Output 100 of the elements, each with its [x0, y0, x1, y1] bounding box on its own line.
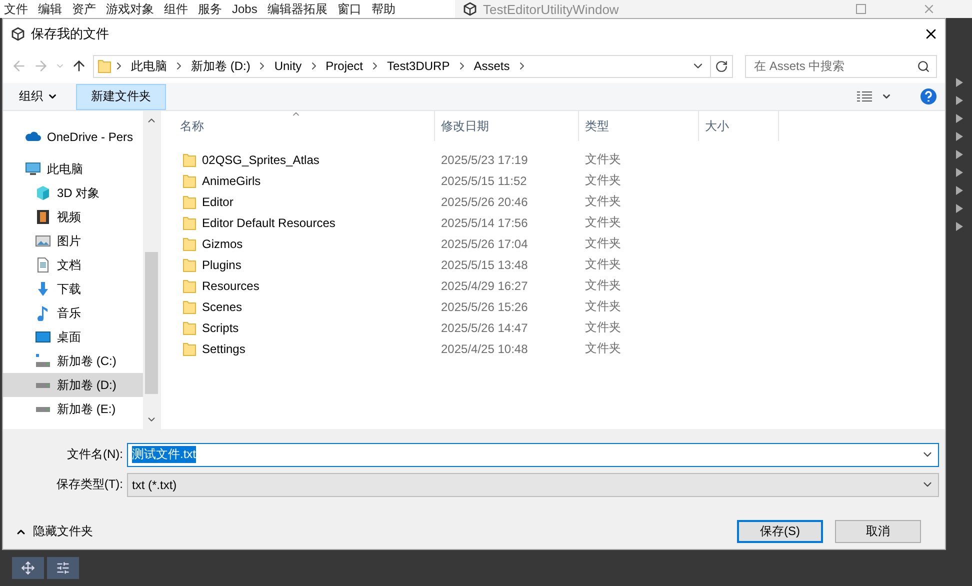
organize-menu-button[interactable]: 组织 [15, 88, 62, 105]
breadcrumb[interactable]: Project [322, 59, 368, 73]
field-label: 保存类型(T): [55, 476, 124, 493]
nav-item[interactable]: 桌面 [3, 325, 143, 349]
menu-item[interactable]: 帮助 [367, 0, 402, 18]
file-row[interactable]: Settings 2025/4/25 10:48 文件夹 [161, 338, 945, 359]
breadcrumb[interactable]: 此电脑 [127, 58, 171, 74]
modified-date: 2025/4/29 16:27 [441, 278, 529, 292]
desktop-icon [35, 329, 51, 345]
address-bar[interactable]: 此电脑 新加卷 (D:) Unity Project Test3DURP Assets [93, 54, 733, 78]
close-icon[interactable] [922, 2, 936, 16]
file-name: 02QSG_Sprites_Atlas [202, 152, 320, 166]
up-button[interactable] [71, 58, 87, 74]
menu-item[interactable]: 游戏对象 [102, 0, 160, 18]
menu-item[interactable]: 编辑 [34, 0, 68, 18]
nav-label: 视频 [57, 208, 81, 226]
view-options-button[interactable] [857, 90, 892, 102]
menu-item[interactable]: 组件 [160, 0, 194, 18]
new-folder-button[interactable]: 新建文件夹 [76, 84, 166, 110]
folder-icon [183, 174, 196, 188]
nav-label: 此电脑 [47, 160, 83, 178]
file-type: 文件夹 [585, 256, 622, 273]
breadcrumb[interactable]: Test3DURP [383, 59, 454, 73]
file-row[interactable]: 02QSG_Sprites_Atlas 2025/5/23 17:19 文件夹 [161, 149, 945, 170]
file-row[interactable]: AnimeGirls 2025/5/15 11:52 文件夹 [161, 170, 945, 191]
drive-icon [35, 406, 51, 412]
film-icon [35, 209, 51, 225]
file-row[interactable]: Resources 2025/4/29 16:27 文件夹 [161, 275, 945, 296]
dialog-button[interactable]: 取消 [835, 520, 921, 543]
column-header[interactable]: 类型 [579, 111, 699, 141]
file-row[interactable]: Gizmos 2025/5/26 17:04 文件夹 [161, 233, 945, 254]
file-name: Scenes [202, 300, 244, 314]
filename-field[interactable]: 测试文件.txt [127, 442, 939, 466]
file-type: 文件夹 [585, 298, 622, 315]
column-header[interactable]: 名称 [174, 111, 435, 141]
menu-item[interactable]: 服务 [194, 0, 228, 18]
modified-date: 2025/5/26 14:47 [441, 320, 529, 334]
file-type: 文件夹 [585, 151, 622, 168]
help-icon[interactable] [920, 88, 937, 105]
nav-label: 新加卷 (E:) [57, 400, 116, 418]
breadcrumb[interactable]: Unity [270, 59, 306, 73]
file-type: 文件夹 [585, 214, 622, 231]
cube-logo-icon [463, 2, 477, 16]
nav-item[interactable]: 此电脑 [3, 157, 143, 181]
menu-item[interactable]: 编辑器拓展 [263, 0, 334, 18]
folder-icon [183, 342, 196, 356]
file-type-dropdown[interactable]: txt (*.txt) [127, 472, 939, 496]
nav-item[interactable]: 新加卷 (D:) [3, 373, 143, 397]
document-icon [35, 257, 51, 273]
dialog-button[interactable]: 保存(S) [737, 520, 823, 543]
search-icon [917, 60, 930, 72]
nav-item[interactable]: 3D 对象 [3, 181, 143, 205]
nav-item[interactable]: 新加卷 (E:) [3, 397, 143, 421]
nav-item[interactable]: OneDrive - Pers [3, 125, 143, 149]
nav-label: 音乐 [57, 304, 81, 322]
maximize-icon[interactable] [856, 4, 866, 14]
breadcrumb[interactable]: 新加卷 (D:) [187, 58, 254, 74]
nav-item[interactable]: 视频 [3, 205, 143, 229]
modified-date: 2025/5/26 20:46 [441, 194, 529, 208]
search-field[interactable]: 在 Assets 中搜索 [745, 54, 937, 78]
file-type: 文件夹 [585, 319, 622, 336]
nav-item[interactable]: 文档 [3, 253, 143, 277]
window-title: TestEditorUtilityWindow [483, 2, 620, 16]
move-icon [21, 561, 35, 575]
breadcrumb[interactable]: Assets [470, 59, 514, 73]
file-name: Editor [202, 194, 234, 208]
sliders-icon [56, 561, 70, 575]
file-row[interactable]: Scenes 2025/5/26 15:26 文件夹 [161, 296, 945, 317]
nav-item[interactable]: 音乐 [3, 301, 143, 325]
nav-item[interactable]: 下载 [3, 277, 143, 301]
column-header[interactable]: 修改日期 [435, 111, 579, 141]
drive-icon [35, 353, 51, 369]
file-row[interactable]: Plugins 2025/5/15 13:48 文件夹 [161, 254, 945, 275]
move-tool-button[interactable] [12, 557, 44, 579]
hide-folders-button[interactable]: 隐藏文件夹 [15, 523, 93, 540]
nav-label: 文档 [57, 256, 81, 274]
file-name: Scripts [202, 320, 240, 334]
menu-item[interactable]: 资产 [68, 0, 102, 18]
nav-label: 新加卷 (D:) [57, 376, 116, 394]
menu-item[interactable]: 窗口 [333, 0, 368, 18]
menu-item[interactable]: 文件 [0, 0, 34, 18]
menu-item[interactable]: Jobs [228, 2, 264, 16]
file-name: AnimeGirls [202, 174, 262, 188]
dialog-title: 保存我的文件 [31, 25, 110, 43]
modified-date: 2025/5/15 13:48 [441, 258, 529, 272]
file-row[interactable]: Scripts 2025/5/26 14:47 文件夹 [161, 317, 945, 338]
file-name: Resources [202, 278, 260, 292]
folder-icon [183, 258, 196, 272]
file-name: Plugins [202, 258, 242, 272]
file-row[interactable]: Editor 2025/5/26 20:46 文件夹 [161, 191, 945, 212]
nav-scrollbar[interactable] [143, 111, 160, 429]
column-header[interactable]: 大小 [699, 111, 779, 141]
sliders-tool-button[interactable] [47, 557, 79, 579]
file-type: 文件夹 [585, 235, 622, 252]
nav-item[interactable]: 图片 [3, 229, 143, 253]
modified-date: 2025/4/25 10:48 [441, 342, 529, 356]
nav-item[interactable]: 新加卷 (C:) [3, 349, 143, 373]
file-row[interactable]: Editor Default Resources 2025/5/14 17:56 文件夹 [161, 212, 945, 233]
nav-label: 图片 [57, 232, 81, 250]
modified-date: 2025/5/26 17:04 [441, 236, 529, 250]
